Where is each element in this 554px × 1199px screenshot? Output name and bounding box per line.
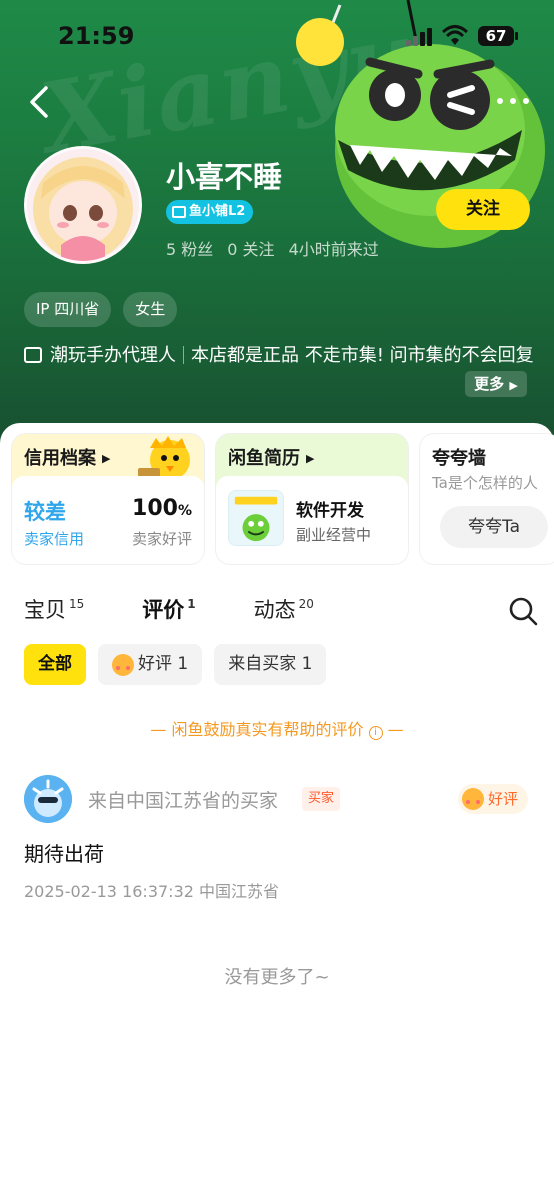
credit-card[interactable]: 信用档案 ▶ 较差 卖家信用 100% 卖家好评: [12, 434, 204, 564]
software-dev-icon: [228, 490, 284, 546]
filter-good[interactable]: 好评 1: [98, 644, 203, 685]
tag-gender: 女生: [123, 292, 178, 327]
notice-dash: —: [387, 720, 404, 739]
credit-card-body: 较差 卖家信用 100% 卖家好评: [12, 476, 204, 564]
chick-mascot-icon: [138, 436, 190, 480]
bio-more-label: 更多: [474, 375, 505, 393]
resume-title: 闲鱼简历: [228, 448, 300, 469]
last-seen: 4小时前来过: [288, 240, 379, 259]
review-notice: — 闲鱼鼓励真实有帮助的评价 i —: [0, 716, 554, 740]
signal-icon: [406, 28, 434, 46]
avatar-illustration: [27, 149, 139, 261]
praise-wall-title: 夸夸墙: [432, 448, 486, 469]
tab-items-count: 15: [69, 597, 85, 611]
fans-count[interactable]: 5 粉丝: [166, 236, 213, 260]
following-count[interactable]: 0 关注: [227, 236, 274, 260]
username: 小喜不睡: [166, 160, 283, 194]
end-of-list: 没有更多了~: [224, 967, 330, 988]
profile-tabs: 宝贝 15 评价 1 动态 20: [24, 594, 372, 624]
more-options-icon[interactable]: [494, 88, 534, 114]
status-time: 21:59: [58, 22, 135, 50]
triangle-right-icon: ▶: [306, 452, 315, 465]
bio: 潮玩手办代理人 本店都是正品 不走市集! 问市集的不会回复: [24, 342, 534, 370]
resume-card-title: 闲鱼简历 ▶: [228, 444, 314, 470]
credit-title: 信用档案: [24, 448, 96, 469]
review-filters: 全部 好评 1 来自买家 1: [24, 644, 327, 685]
profile-tags: IP 四川省 女生: [24, 292, 178, 327]
shop-icon: [24, 347, 42, 363]
resume-card[interactable]: 闲鱼简历 ▶ 软件开发 副业经营中: [216, 434, 408, 564]
review-meta: 2025-02-13 16:37:32 中国江苏省: [24, 882, 280, 901]
job-subtitle: 副业经营中: [296, 526, 372, 544]
wifi-icon: [442, 25, 468, 45]
profile-header: Xianyu 21:59 67 小喜不睡 鱼小铺L2 5 粉丝 0 关注 4小时…: [0, 0, 554, 450]
status-bar: 21:59 67: [0, 0, 554, 72]
seller-credit-level: 较差: [24, 500, 66, 524]
credit-card-title: 信用档案 ▶: [24, 444, 110, 470]
reviewer-avatar-illustration: [24, 775, 72, 823]
triangle-right-icon: ▶: [102, 452, 111, 465]
bio-part2: 本店都是正品 不走市集! 问市集的不会回复: [191, 345, 534, 366]
good-rate-unit: %: [177, 503, 192, 519]
triangle-right-icon: ▶: [509, 379, 518, 392]
review-text: 期待出荷: [24, 842, 104, 866]
follow-button[interactable]: 关注: [436, 189, 530, 230]
buyer-role-badge: 买家: [302, 787, 341, 811]
tab-posts[interactable]: 动态 20: [254, 594, 314, 624]
tab-items-label: 宝贝: [24, 598, 66, 622]
notice-text: — 闲鱼鼓励真实有帮助的评价: [150, 720, 364, 739]
filter-from-buyer[interactable]: 来自买家 1: [214, 644, 327, 685]
tab-reviews-label: 评价: [142, 598, 185, 622]
profile-stats: 5 粉丝 0 关注 4小时前来过: [166, 236, 379, 260]
resume-card-body: 软件开发 副业经营中: [216, 476, 408, 564]
praise-wall-subtitle: Ta是个怎样的人: [432, 474, 538, 492]
seller-good-rate-label: 卖家好评: [131, 530, 192, 548]
reviewer-avatar[interactable]: [24, 775, 72, 823]
bio-more-button[interactable]: 更多 ▶: [465, 371, 527, 397]
shop-icon: [172, 206, 186, 218]
shop-level-badge[interactable]: 鱼小铺L2: [166, 200, 254, 224]
filter-all[interactable]: 全部: [24, 644, 86, 685]
seller-good-rate: 100%: [132, 496, 192, 521]
filter-good-label: 好评 1: [138, 654, 189, 674]
battery-indicator: 67: [478, 26, 518, 46]
rating-label: 好评: [488, 790, 519, 808]
tab-items[interactable]: 宝贝 15: [24, 594, 84, 624]
tab-posts-count: 20: [298, 597, 314, 611]
back-icon[interactable]: [24, 84, 58, 120]
smile-emoji-icon: [112, 653, 134, 676]
tab-posts-label: 动态: [253, 598, 296, 622]
bio-divider: [183, 346, 184, 364]
tag-location: IP 四川省: [24, 292, 112, 327]
bio-part1: 潮玩手办代理人: [50, 345, 176, 366]
good-rating-badge: 好评: [458, 784, 529, 814]
tab-reviews[interactable]: 评价 1: [142, 594, 196, 624]
seller-credit-label: 卖家信用: [24, 530, 85, 548]
good-rate-value: 100: [132, 496, 178, 521]
smile-emoji-icon: [462, 788, 484, 810]
info-icon[interactable]: i: [368, 726, 383, 740]
search-icon[interactable]: [508, 596, 538, 626]
shop-level-label: 鱼小铺L2: [189, 204, 246, 219]
praise-wall-card[interactable]: 夸夸墙 Ta是个怎样的人 夸夸Ta: [420, 434, 554, 564]
reviewer-origin: 来自中国江苏省的买家: [88, 790, 279, 812]
avatar[interactable]: [24, 146, 142, 264]
praise-button[interactable]: 夸夸Ta: [440, 506, 548, 548]
tab-reviews-count: 1: [187, 597, 196, 611]
job-title: 软件开发: [296, 501, 364, 521]
